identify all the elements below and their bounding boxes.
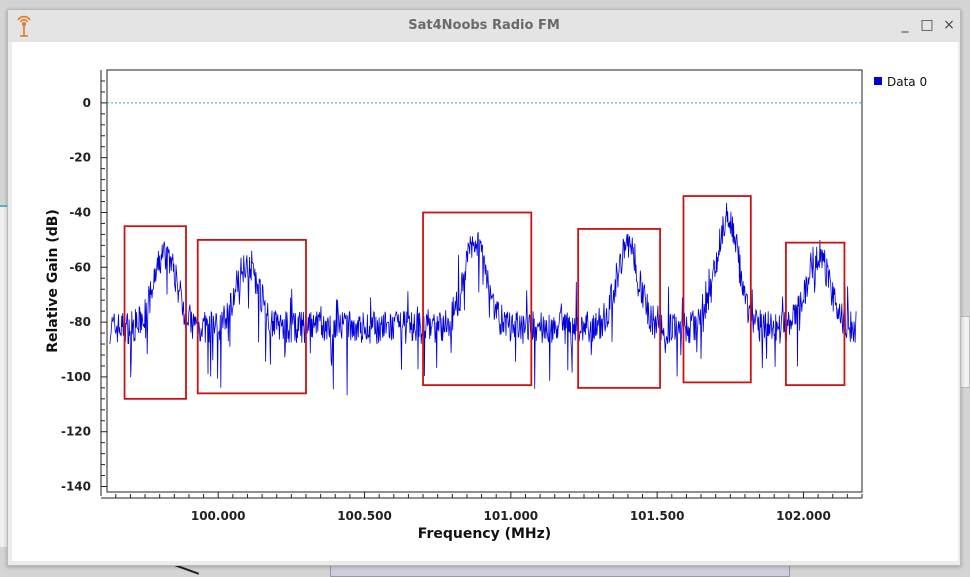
title-bar[interactable]: Sat4Noobs Radio FM _ □ × bbox=[8, 10, 960, 42]
maximize-button[interactable]: □ bbox=[918, 16, 936, 34]
y-tick-label: -140 bbox=[61, 480, 91, 494]
y-tick-label: -20 bbox=[69, 151, 91, 165]
y-axis: 0 -20 -40 -60 -80 -100 -120 -140 bbox=[61, 70, 108, 496]
x-tick-label: 102.000 bbox=[776, 509, 831, 523]
y-tick-label: -40 bbox=[69, 205, 91, 219]
legend[interactable]: Data 0 bbox=[874, 75, 927, 89]
plot-area: 0 -20 -40 -60 -80 -100 -120 -140 100.000 100.500… bbox=[12, 42, 958, 561]
y-tick-label: 0 bbox=[83, 96, 91, 110]
x-tick-label: 101.000 bbox=[484, 509, 539, 523]
window-title: Sat4Noobs Radio FM bbox=[408, 18, 560, 33]
close-button[interactable]: × bbox=[940, 16, 958, 34]
legend-swatch-data-0 bbox=[874, 77, 882, 85]
y-tick-label: -80 bbox=[69, 315, 91, 329]
y-tick-label: -60 bbox=[69, 260, 91, 274]
plot-frame bbox=[106, 69, 863, 493]
minimize-button[interactable]: _ bbox=[896, 16, 914, 34]
x-tick-label: 101.500 bbox=[630, 509, 685, 523]
y-tick-label: -120 bbox=[61, 425, 91, 439]
frequency-spectrum-chart[interactable]: 0 -20 -40 -60 -80 -100 -120 -140 100.000 100.500… bbox=[12, 42, 958, 561]
x-tick-label: 100.500 bbox=[337, 509, 392, 523]
app-window: Sat4Noobs Radio FM _ □ × 0 -20 -40 -60 -80 -1… bbox=[7, 9, 961, 566]
legend-label-data-0: Data 0 bbox=[887, 75, 927, 89]
x-tick-label: 100.000 bbox=[191, 509, 246, 523]
y-axis-label: Relative Gain (dB) bbox=[45, 209, 61, 353]
background-window-edge-right bbox=[960, 316, 970, 388]
x-axis: 100.000 100.500 101.000 101.500 102.000 bbox=[101, 491, 863, 523]
y-tick-label: -100 bbox=[61, 370, 91, 384]
x-axis-label: Frequency (MHz) bbox=[418, 526, 551, 542]
